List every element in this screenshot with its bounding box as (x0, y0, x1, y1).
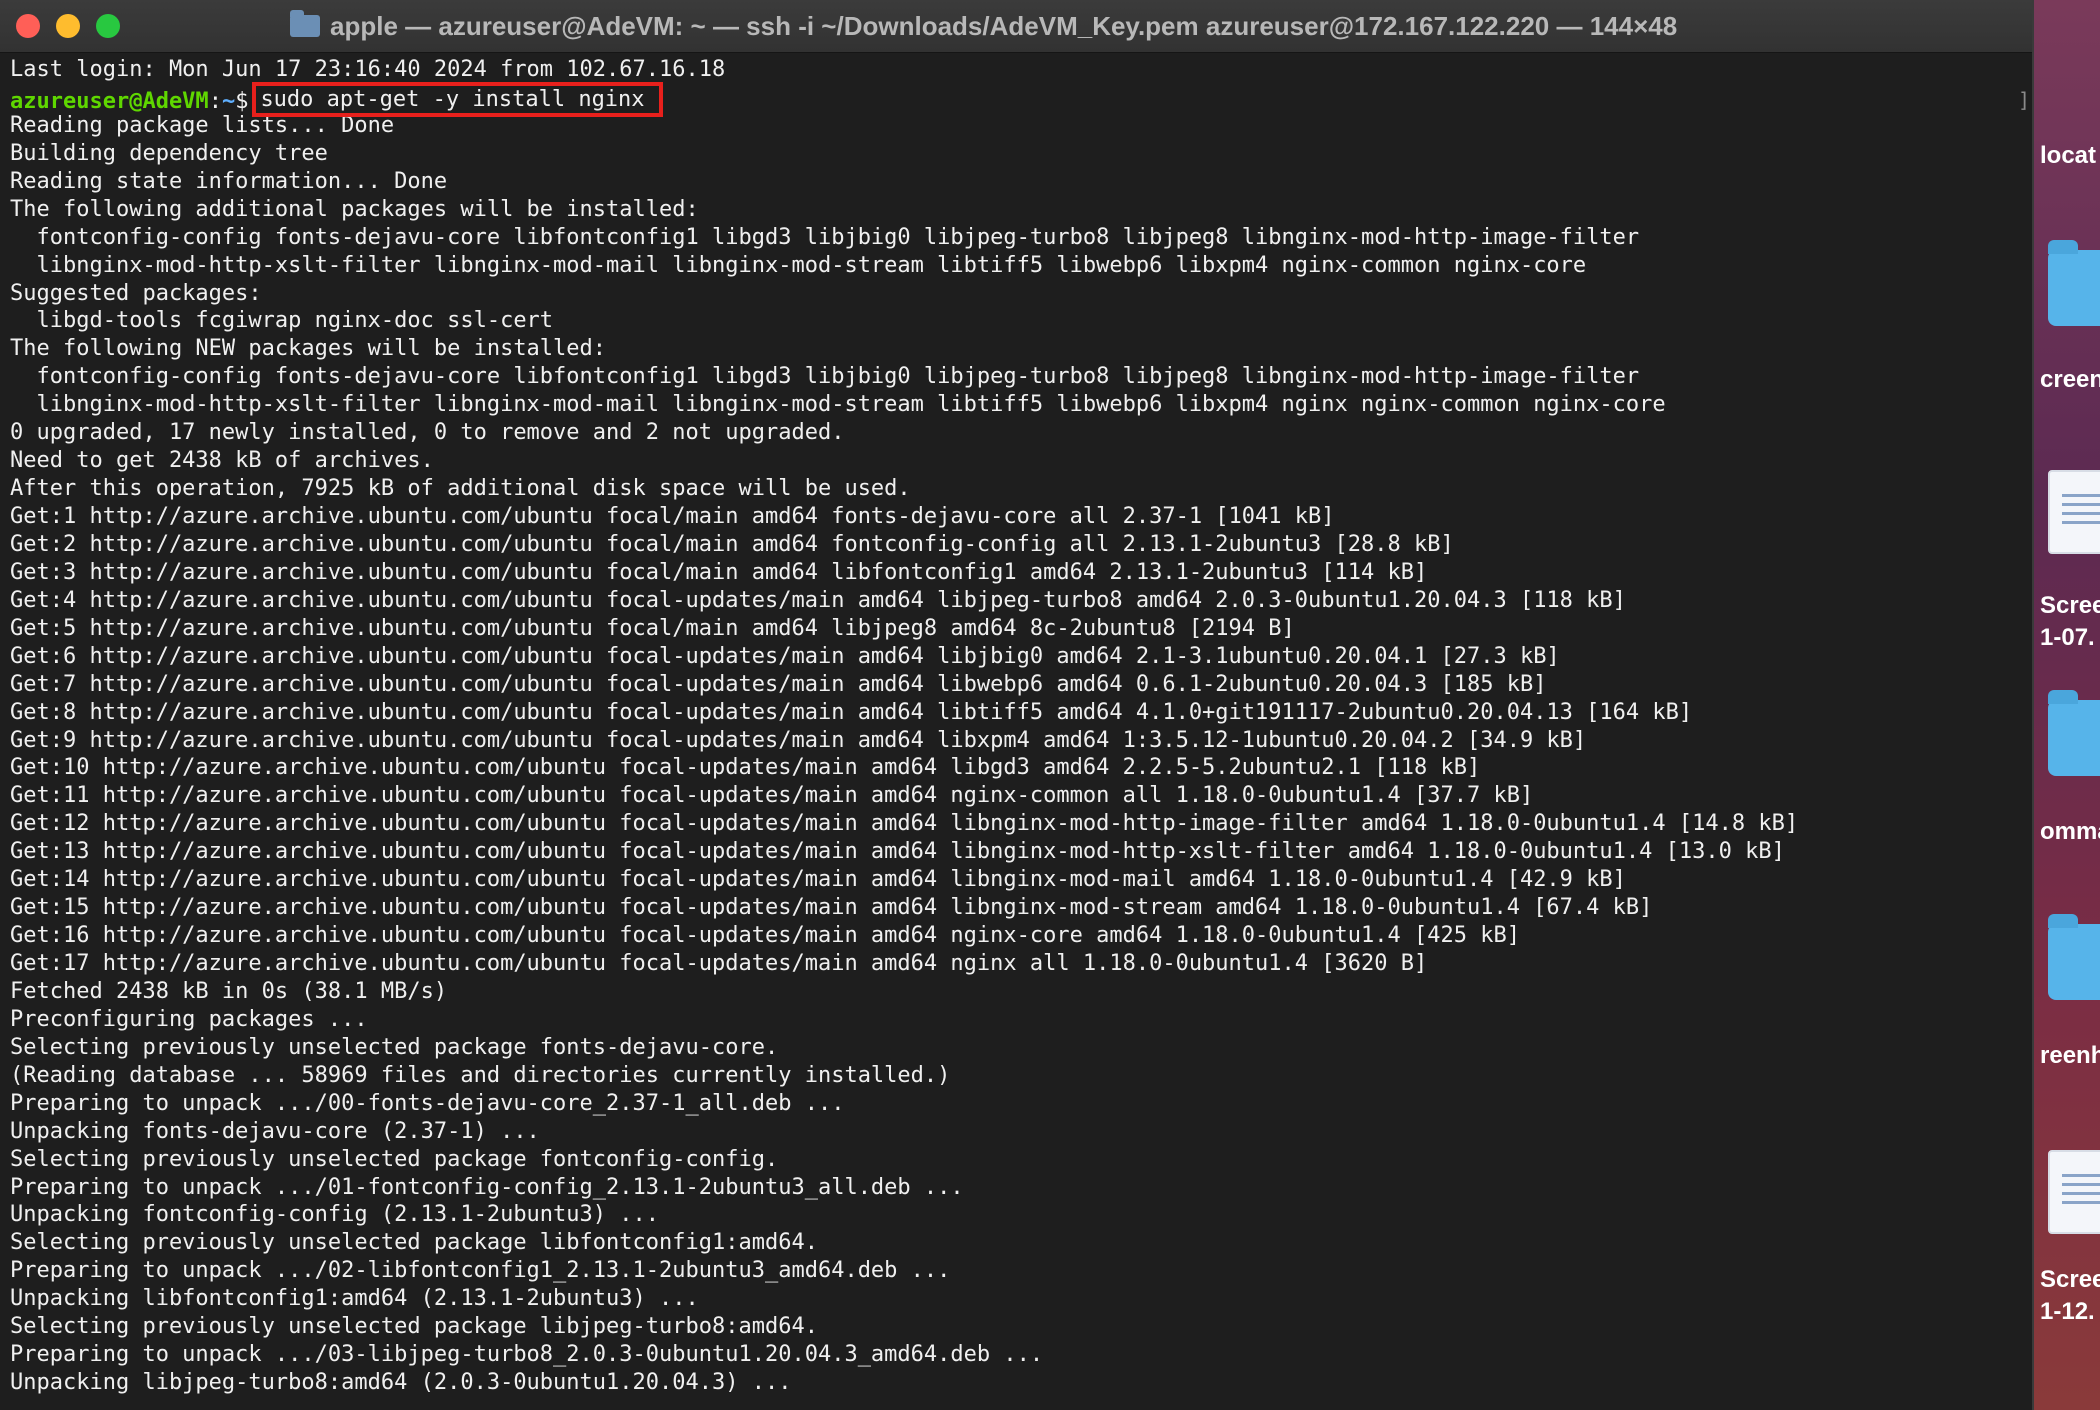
output-line: The following additional packages will b… (10, 196, 699, 222)
output-line: Get:13 http://azure.archive.ubuntu.com/u… (10, 839, 1785, 865)
output-line: Get:6 http://azure.archive.ubuntu.com/ub… (10, 643, 1560, 669)
output-line: Need to get 2438 kB of archives. (10, 448, 434, 474)
window-title: apple — azureuser@AdeVM: ~ — ssh -i ~/Do… (330, 10, 1678, 41)
output-line: Reading state information... Done (10, 168, 448, 194)
output-line: Selecting previously unselected package … (10, 1230, 818, 1256)
folder-icon (290, 10, 320, 37)
output-line: Get:8 http://azure.archive.ubuntu.com/ub… (10, 699, 1693, 725)
desktop-background: locat creen Scree 1-07. omma reenh Scree… (2034, 0, 2100, 1410)
output-line: Suggested packages: (10, 280, 262, 306)
output-line: Preparing to unpack .../02-libfontconfig… (10, 1258, 951, 1284)
output-line: Preconfiguring packages ... (10, 1006, 368, 1032)
output-line: (Reading database ... 58969 files and di… (10, 1062, 951, 1088)
output-line: Get:7 http://azure.archive.ubuntu.com/ub… (10, 671, 1547, 697)
output-line: Get:9 http://azure.archive.ubuntu.com/ub… (10, 727, 1587, 753)
prompt-symbol: $ (235, 88, 249, 114)
output-line: 0 upgraded, 17 newly installed, 0 to rem… (10, 420, 845, 446)
output-line: Preparing to unpack .../01-fontconfig-co… (10, 1174, 964, 1200)
folder-icon[interactable] (2048, 240, 2100, 326)
desktop-item-label[interactable]: omma (2040, 818, 2100, 846)
output-line: Get:11 http://azure.archive.ubuntu.com/u… (10, 783, 1534, 809)
desktop-item-label[interactable]: creen (2040, 366, 2100, 394)
output-line: Get:4 http://azure.archive.ubuntu.com/ub… (10, 587, 1626, 613)
output-line: Selecting previously unselected package … (10, 1314, 818, 1340)
prompt-path: ~ (221, 88, 236, 114)
output-line: fontconfig-config fonts-dejavu-core libf… (10, 364, 1640, 390)
minimize-button[interactable] (56, 14, 80, 38)
output-line: Unpacking fontconfig-config (2.13.1-2ubu… (10, 1202, 660, 1228)
output-line: Get:5 http://azure.archive.ubuntu.com/ub… (10, 615, 1295, 641)
output-line: Get:17 http://azure.archive.ubuntu.com/u… (10, 951, 1428, 976)
prompt-line: azureuser@AdeVM:~$ sudo apt-get -y instal… (10, 81, 2022, 117)
terminal-output[interactable]: Last login: Mon Jun 17 23:16:40 2024 fro… (10, 56, 2022, 1410)
last-login-line: Last login: Mon Jun 17 23:16:40 2024 fro… (10, 57, 726, 82)
output-line: Get:15 http://azure.archive.ubuntu.com/u… (10, 895, 1653, 921)
title-bar[interactable]: apple — azureuser@AdeVM: ~ — ssh -i ~/Do… (0, 0, 2032, 53)
folder-icon[interactable] (2048, 914, 2100, 1000)
output-line: Selecting previously unselected package … (10, 1146, 779, 1172)
screenshot-thumbnail-icon[interactable] (2048, 470, 2100, 554)
prompt-user-host: azureuser@AdeVM (10, 88, 209, 114)
output-line: Get:16 http://azure.archive.ubuntu.com/u… (10, 923, 1520, 949)
desktop-item-label[interactable]: reenh (2040, 1042, 2100, 1070)
output-line: Get:14 http://azure.archive.ubuntu.com/u… (10, 867, 1626, 893)
output-line: Preparing to unpack .../03-libjpeg-turbo… (10, 1342, 1044, 1368)
zoom-button[interactable] (96, 14, 120, 38)
folder-icon[interactable] (2048, 690, 2100, 776)
output-line: Get:2 http://azure.archive.ubuntu.com/ub… (10, 531, 1454, 557)
output-line: Unpacking libjpeg-turbo8:amd64 (2.0.3-0u… (10, 1370, 792, 1396)
output-line: libnginx-mod-http-xslt-filter libnginx-m… (10, 252, 1587, 278)
desktop-item-label[interactable]: locat (2040, 142, 2096, 170)
output-line: After this operation, 7925 kB of additio… (10, 476, 911, 502)
output-line: Preparing to unpack .../00-fonts-dejavu-… (10, 1090, 845, 1116)
scroll-marker: ] (2017, 88, 2030, 112)
output-line: fontconfig-config fonts-dejavu-core libf… (10, 224, 1640, 250)
output-line: Unpacking fonts-dejavu-core (2.37-1) ... (10, 1118, 540, 1144)
output-line: Get:1 http://azure.archive.ubuntu.com/ub… (10, 504, 1335, 529)
highlighted-command: sudo apt-get -y install nginx (252, 81, 663, 117)
output-line: libgd-tools fcgiwrap nginx-doc ssl-cert (10, 308, 554, 334)
desktop-item-label[interactable]: Scree (2040, 592, 2100, 620)
output-line: Fetched 2438 kB in 0s (38.1 MB/s) (10, 978, 448, 1004)
output-line: Building dependency tree (10, 140, 328, 166)
output-line: Selecting previously unselected package … (10, 1034, 779, 1060)
output-line: Unpacking libfontconfig1:amd64 (2.13.1-2… (10, 1286, 699, 1312)
close-button[interactable] (16, 14, 40, 38)
output-line: Get:12 http://azure.archive.ubuntu.com/u… (10, 811, 1799, 837)
screenshot-thumbnail-icon[interactable] (2048, 1150, 2100, 1234)
window-title-group: apple — azureuser@AdeVM: ~ — ssh -i ~/Do… (290, 8, 1677, 44)
output-lines: Reading package lists... Done Building de… (10, 112, 2022, 1397)
output-line: libnginx-mod-http-xslt-filter libnginx-m… (10, 392, 1666, 418)
output-line: Get:10 http://azure.archive.ubuntu.com/u… (10, 755, 1481, 781)
output-line: Get:3 http://azure.archive.ubuntu.com/ub… (10, 559, 1428, 585)
desktop-item-label[interactable]: Scree (2040, 1266, 2100, 1294)
output-line: The following NEW packages will be insta… (10, 336, 607, 362)
desktop-item-label[interactable]: 1-07. (2040, 624, 2095, 652)
terminal-window[interactable]: apple — azureuser@AdeVM: ~ — ssh -i ~/Do… (0, 0, 2034, 1410)
desktop-item-label[interactable]: 1-12. (2040, 1298, 2095, 1326)
prompt-separator: : (208, 88, 222, 114)
